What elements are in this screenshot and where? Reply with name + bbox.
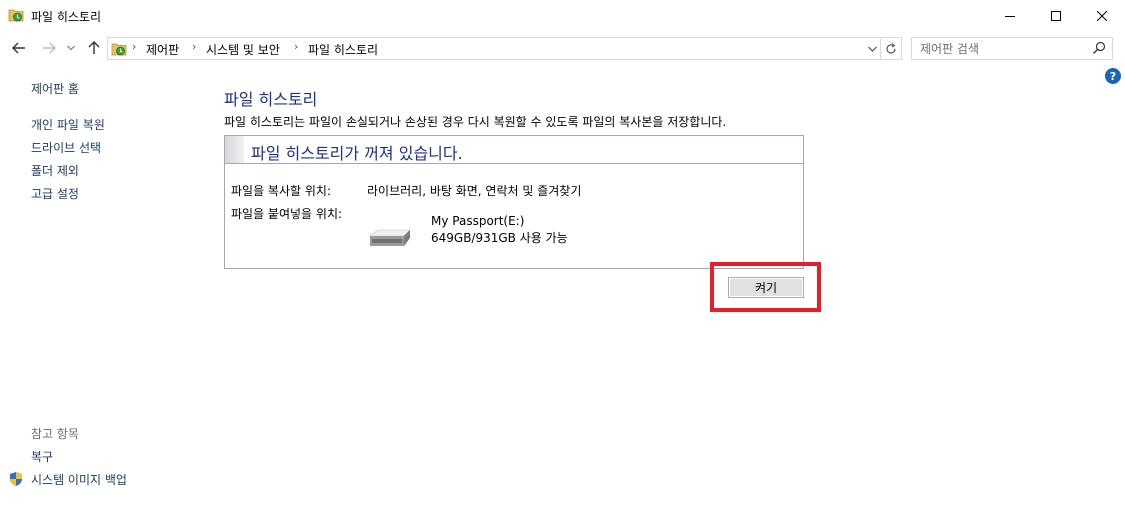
- breadcrumb-separator[interactable]: ›: [132, 40, 136, 53]
- drive-free-space: 649GB/931GB 사용 가능: [431, 231, 568, 245]
- address-bar[interactable]: › 제어판 › 시스템 및 보안 › 파일 히스토리: [107, 37, 881, 60]
- chevron-down-icon: [67, 45, 75, 51]
- copy-to-label: 파일을 붙여넣을 위치:: [231, 207, 343, 221]
- up-button[interactable]: [85, 38, 103, 58]
- control-panel-home-link[interactable]: 제어판 홈: [31, 80, 79, 97]
- navigation-bar: › 제어판 › 시스템 및 보안 › 파일 히스토리: [0, 34, 1125, 62]
- select-drive-link[interactable]: 드라이브 선택: [31, 139, 101, 156]
- forward-button[interactable]: [40, 38, 58, 58]
- file-history-location-icon: [111, 43, 127, 56]
- exclude-folders-link[interactable]: 폴더 제외: [31, 162, 79, 179]
- system-image-backup-link[interactable]: 시스템 이미지 백업: [31, 471, 127, 488]
- breadcrumb-system-security[interactable]: 시스템 및 보안: [206, 41, 280, 58]
- maximize-button[interactable]: [1033, 0, 1079, 31]
- help-icon[interactable]: ?: [1105, 68, 1121, 84]
- chevron-down-icon: [867, 46, 877, 52]
- turn-on-button[interactable]: 켜기: [728, 277, 804, 298]
- page-title: 파일 히스토리: [224, 90, 318, 109]
- breadcrumb-separator[interactable]: ›: [192, 40, 196, 53]
- copy-from-value: 라이브러리, 바탕 화면, 연락처 및 즐겨찾기: [367, 184, 582, 198]
- status-panel: 파일 히스토리가 꺼져 있습니다. 파일을 복사할 위치: 라이브러리, 바탕 …: [224, 135, 804, 269]
- back-button[interactable]: [10, 38, 28, 58]
- maximize-icon: [1051, 10, 1061, 21]
- status-indicator-bar: [225, 136, 244, 163]
- search-icon[interactable]: [1092, 41, 1106, 55]
- arrow-left-icon: [12, 42, 25, 54]
- address-dropdown-button[interactable]: [865, 40, 879, 58]
- see-also-heading: 참고 항목: [31, 427, 79, 441]
- external-drive-icon: [369, 229, 411, 246]
- drive-name: My Passport(E:): [431, 214, 525, 228]
- breadcrumb-separator[interactable]: ›: [294, 40, 298, 53]
- page-description: 파일 히스토리는 파일이 손실되거나 손상된 경우 다시 복원할 수 있도록 파…: [224, 115, 727, 129]
- restore-personal-files-link[interactable]: 개인 파일 복원: [31, 116, 105, 133]
- title-bar: 파일 히스토리: [0, 0, 1125, 31]
- status-header: 파일 히스토리가 꺼져 있습니다.: [225, 136, 803, 164]
- recovery-link[interactable]: 복구: [31, 448, 53, 465]
- copy-from-label: 파일을 복사할 위치:: [231, 184, 331, 198]
- minimize-icon: [1005, 15, 1015, 17]
- search-input[interactable]: [920, 40, 1090, 57]
- refresh-button[interactable]: [881, 37, 902, 60]
- recent-locations-button[interactable]: [64, 38, 78, 58]
- file-history-app-icon: [8, 9, 24, 22]
- minimize-button[interactable]: [987, 0, 1033, 31]
- refresh-icon: [886, 42, 896, 54]
- advanced-settings-link[interactable]: 고급 설정: [31, 185, 79, 202]
- window-title: 파일 히스토리: [31, 10, 102, 24]
- close-button[interactable]: [1079, 0, 1125, 31]
- arrow-up-icon: [88, 41, 100, 54]
- breadcrumb-control-panel[interactable]: 제어판: [146, 41, 179, 58]
- uac-shield-icon: [10, 472, 22, 486]
- breadcrumb-file-history[interactable]: 파일 히스토리: [308, 41, 378, 58]
- search-box[interactable]: [911, 37, 1113, 60]
- arrow-right-icon: [43, 42, 56, 54]
- close-icon: [1097, 10, 1107, 21]
- status-heading: 파일 히스토리가 꺼져 있습니다.: [251, 144, 463, 163]
